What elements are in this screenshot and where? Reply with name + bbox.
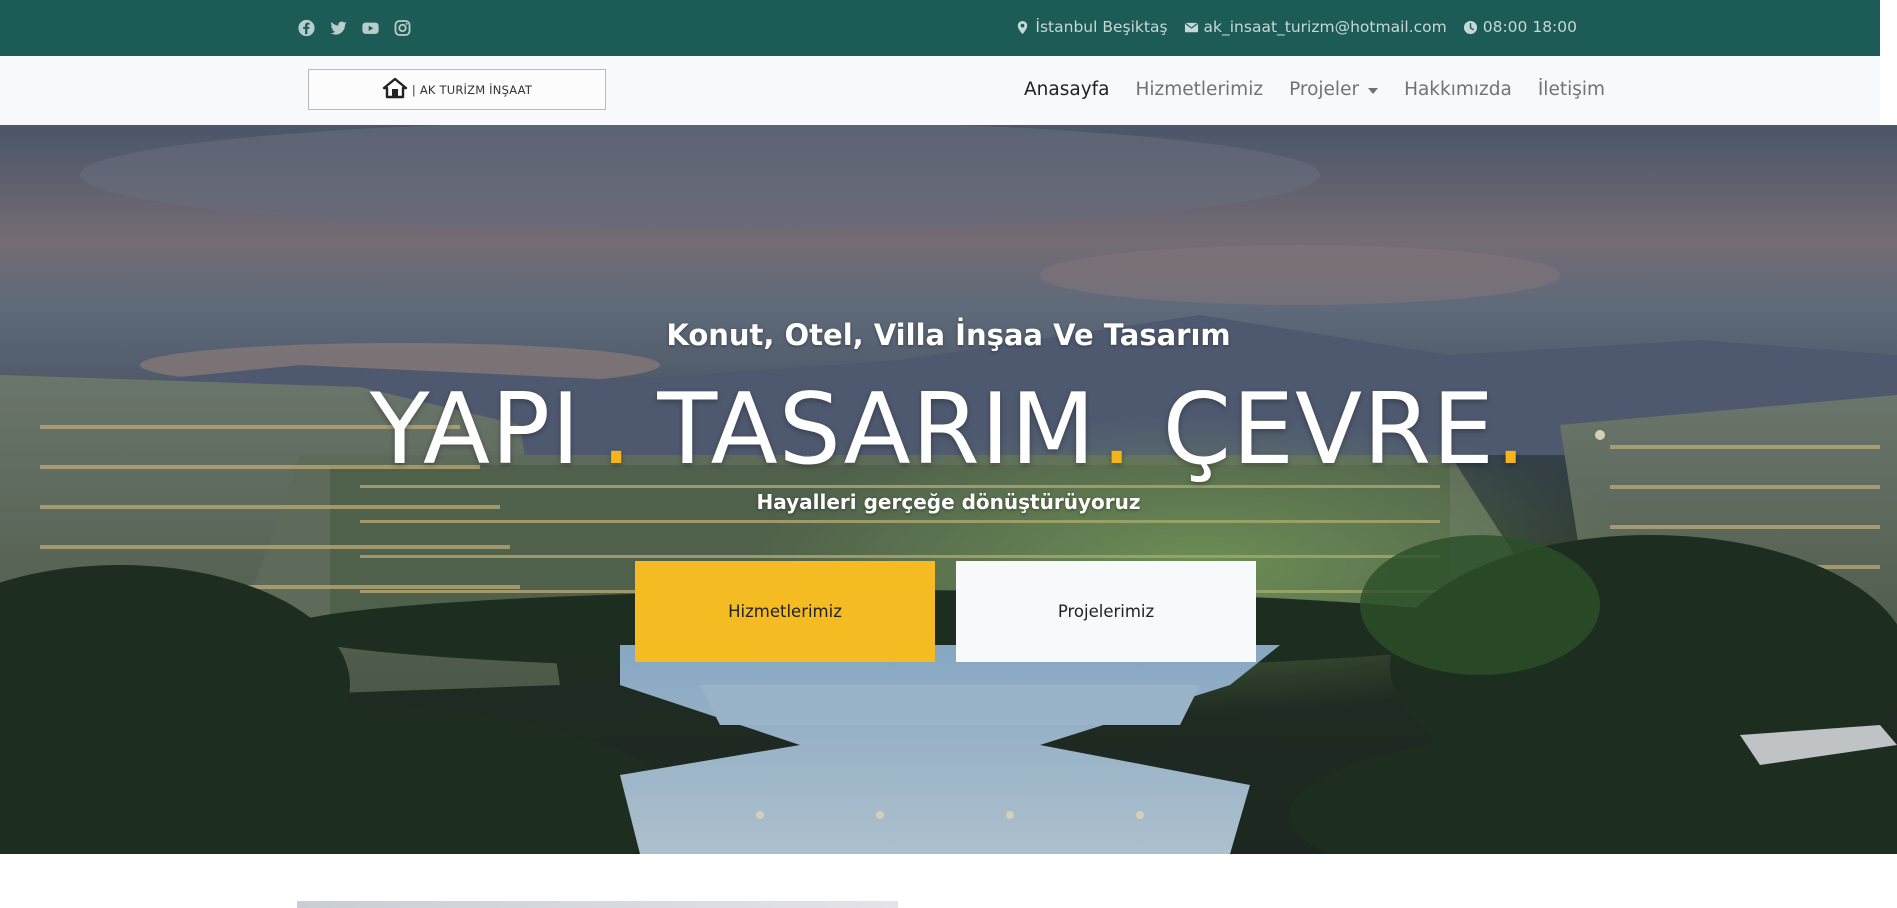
top-info-bar: İstanbul Beşiktaş ak_insaat_turizm@hotma… <box>0 0 1880 56</box>
brand-logo[interactable]: | AK TURİZM İNŞAAT <box>308 69 606 110</box>
hero-word-cevre: ÇEVRE <box>1162 373 1496 487</box>
hero-dot: . <box>600 373 633 487</box>
email-text[interactable]: ak_insaat_turizm@hotmail.com <box>1204 18 1447 36</box>
next-section-image-edge <box>297 901 898 908</box>
nav-link-anasayfa[interactable]: Anasayfa <box>1024 79 1110 100</box>
hero-dot: . <box>1495 373 1528 487</box>
house-icon <box>382 77 408 103</box>
contact-info: İstanbul Beşiktaş ak_insaat_turizm@hotma… <box>1015 18 1577 36</box>
facebook-icon[interactable] <box>297 19 316 37</box>
hero-tagline: Hayalleri gerçeğe dönüştürüyoruz <box>756 490 1141 514</box>
nav-link-iletisim[interactable]: İletişim <box>1538 79 1605 100</box>
chevron-down-icon <box>1368 87 1379 94</box>
hero-section: Konut, Otel, Villa İnşaa Ve Tasarım YAPI… <box>0 125 1897 854</box>
map-marker-icon <box>1015 20 1030 35</box>
envelope-icon <box>1184 20 1199 35</box>
hero-title: YAPI. TASARIM. ÇEVRE. <box>0 370 1897 490</box>
nav-menu: Anasayfa Hizmetlerimiz Projeler Hakkımız… <box>1024 79 1605 100</box>
logo-text: | AK TURİZM İNŞAAT <box>411 82 533 97</box>
main-navbar: | AK TURİZM İNŞAAT Anasayfa Hizmetlerimi… <box>0 56 1880 125</box>
location-text: İstanbul Beşiktaş <box>1035 18 1168 36</box>
projects-button[interactable]: Projelerimiz <box>956 561 1256 662</box>
location-item: İstanbul Beşiktaş <box>1015 18 1168 36</box>
email-item[interactable]: ak_insaat_turizm@hotmail.com <box>1184 18 1447 36</box>
nav-link-hakkimizda[interactable]: Hakkımızda <box>1404 79 1512 100</box>
hours-item: 08:00 18:00 <box>1463 18 1577 36</box>
instagram-icon[interactable] <box>393 19 412 37</box>
youtube-icon[interactable] <box>361 19 380 37</box>
nav-link-hizmetlerimiz[interactable]: Hizmetlerimiz <box>1136 79 1264 100</box>
clock-icon <box>1463 20 1478 35</box>
hero-word-yapi: YAPI <box>369 373 582 487</box>
social-links <box>297 19 412 37</box>
nav-link-projeler-label: Projeler <box>1289 79 1360 100</box>
hero-subtitle: Konut, Otel, Villa İnşaa Ve Tasarım <box>666 318 1231 352</box>
twitter-icon[interactable] <box>329 19 348 37</box>
hero-word-tasarim: TASARIM <box>657 373 1097 487</box>
services-button[interactable]: Hizmetlerimiz <box>635 561 935 662</box>
hours-text: 08:00 18:00 <box>1482 18 1577 36</box>
nav-link-projeler[interactable]: Projeler <box>1289 79 1379 100</box>
hero-dot: . <box>1101 373 1134 487</box>
